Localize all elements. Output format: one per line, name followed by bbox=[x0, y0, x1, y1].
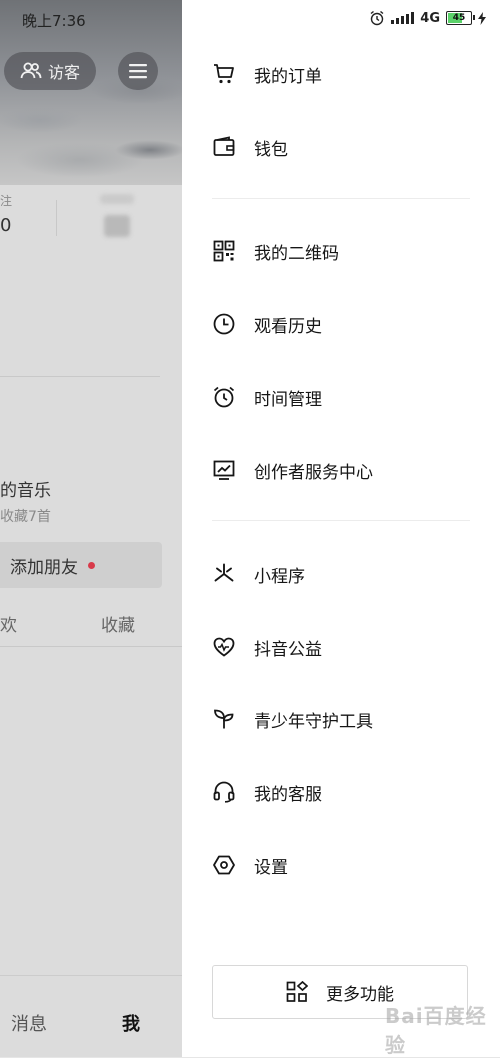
nav-me[interactable]: 我 bbox=[122, 1010, 140, 1036]
tab-favorites[interactable]: 收藏 bbox=[101, 611, 135, 636]
menu-item-my-orders[interactable]: 我的订单 bbox=[212, 54, 472, 94]
tab-likes[interactable]: 欢 bbox=[0, 611, 17, 636]
menu-item-qr-code[interactable]: 我的二维码 bbox=[212, 231, 472, 271]
divider bbox=[0, 646, 182, 647]
people-icon bbox=[20, 62, 42, 79]
clock-icon bbox=[212, 312, 236, 336]
status-time: 晚上7:36 bbox=[22, 12, 86, 30]
music-title[interactable]: 的音乐 bbox=[0, 476, 51, 501]
grid-apps-icon bbox=[286, 981, 308, 1002]
settings-hexagon-icon bbox=[212, 853, 236, 877]
menu-item-watch-history[interactable]: 观看历史 bbox=[212, 304, 472, 344]
music-subtitle: 收藏7首 bbox=[0, 509, 51, 525]
cart-icon bbox=[212, 62, 236, 86]
section-divider bbox=[212, 520, 470, 521]
menu-item-creator-center[interactable]: 创作者服务中心 bbox=[212, 450, 472, 490]
watermark: Bai百度经验 bbox=[385, 1004, 487, 1057]
notification-dot bbox=[88, 561, 95, 569]
menu-item-settings[interactable]: 设置 bbox=[212, 845, 472, 885]
signal-icon bbox=[391, 12, 415, 24]
network-type: 4G bbox=[420, 10, 440, 26]
visitor-button[interactable]: 访客 bbox=[4, 52, 96, 90]
headset-icon bbox=[212, 780, 236, 804]
menu-item-charity[interactable]: 抖音公益 bbox=[212, 627, 472, 667]
menu-item-label: 我的客服 bbox=[254, 784, 322, 805]
menu-item-youth-protection[interactable]: 青少年守护工具 bbox=[212, 699, 472, 739]
stat-value: 0 bbox=[0, 215, 12, 236]
blurred-stat-value bbox=[104, 215, 130, 237]
more-features-label: 更多功能 bbox=[326, 984, 394, 1005]
add-friend-label: 添加朋友 bbox=[10, 557, 78, 578]
profile-background: 晚上7:36 访客 注 0 的音乐 收藏7首 添加朋友 欢 收藏 消息 我 bbox=[0, 0, 182, 1057]
qr-code-icon bbox=[212, 239, 236, 263]
menu-item-label: 设置 bbox=[254, 857, 288, 878]
heart-icon bbox=[212, 635, 236, 659]
menu-item-label: 创作者服务中心 bbox=[254, 462, 373, 483]
wallet-icon bbox=[212, 135, 236, 159]
menu-item-label: 抖音公益 bbox=[254, 639, 322, 660]
profile-card bbox=[0, 185, 182, 1057]
mini-program-icon bbox=[212, 562, 236, 586]
battery-level: 45 bbox=[452, 13, 466, 23]
stat-label: 注 bbox=[0, 194, 13, 208]
hamburger-icon bbox=[129, 64, 147, 79]
section-divider bbox=[212, 198, 470, 199]
blurred-stat-label bbox=[100, 194, 134, 204]
menu-item-label: 时间管理 bbox=[254, 389, 322, 410]
add-friend-button[interactable]: 添加朋友 bbox=[0, 542, 162, 588]
menu-item-label: 我的二维码 bbox=[254, 243, 339, 264]
menu-item-time-management[interactable]: 时间管理 bbox=[212, 377, 472, 417]
battery-icon: 45 bbox=[446, 11, 475, 25]
charging-icon bbox=[478, 11, 486, 25]
sprout-icon bbox=[212, 707, 236, 731]
menu-item-label: 观看历史 bbox=[254, 316, 322, 337]
menu-item-label: 小程序 bbox=[254, 566, 305, 587]
status-bar: 4G 45 bbox=[369, 10, 486, 26]
menu-item-label: 钱包 bbox=[254, 139, 288, 160]
menu-item-mini-program[interactable]: 小程序 bbox=[212, 554, 472, 594]
divider bbox=[0, 376, 160, 377]
nav-messages[interactable]: 消息 bbox=[11, 1010, 47, 1036]
menu-item-label: 青少年守护工具 bbox=[254, 711, 373, 732]
alarm-icon bbox=[212, 385, 236, 409]
menu-item-customer-service[interactable]: 我的客服 bbox=[212, 772, 472, 812]
visitor-label: 访客 bbox=[47, 63, 80, 82]
menu-item-wallet[interactable]: 钱包 bbox=[212, 127, 472, 167]
stat-divider bbox=[56, 200, 57, 236]
alarm-status-icon bbox=[370, 10, 384, 26]
hamburger-menu-button[interactable] bbox=[118, 52, 158, 90]
menu-item-label: 我的订单 bbox=[254, 66, 322, 87]
chart-monitor-icon bbox=[212, 458, 236, 482]
